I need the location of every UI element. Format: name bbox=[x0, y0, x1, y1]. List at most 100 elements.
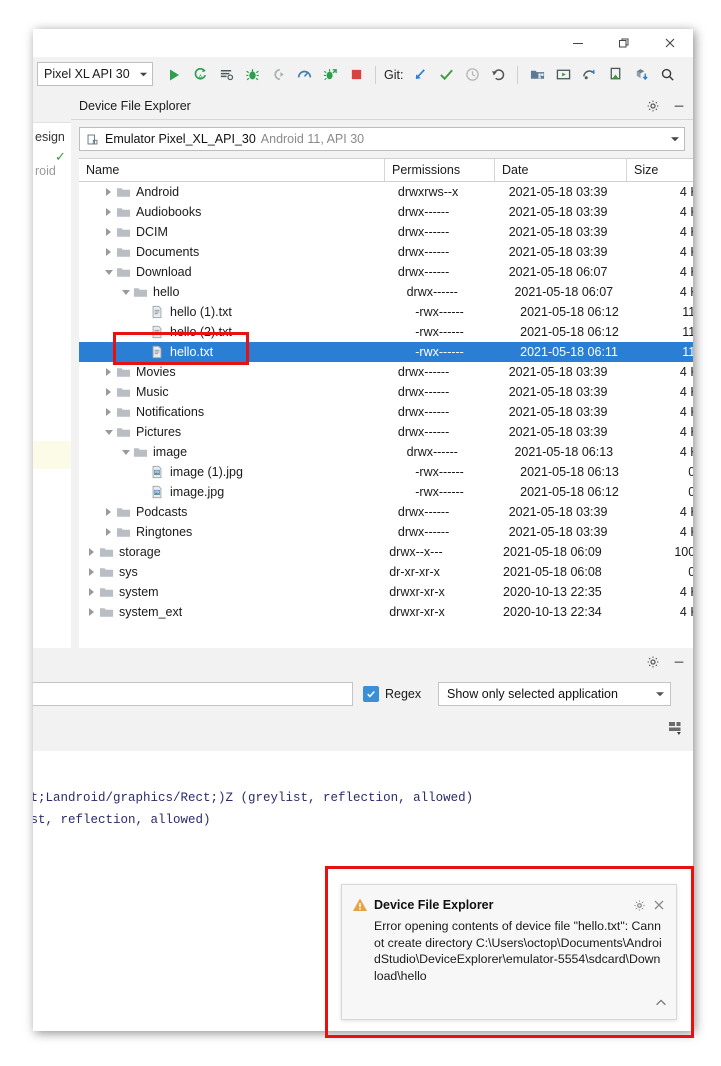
notification-header: Device File Explorer bbox=[342, 885, 676, 916]
logcat-search-input[interactable] bbox=[33, 682, 353, 706]
window-close-button[interactable] bbox=[647, 29, 693, 57]
design-tab-label[interactable]: esign bbox=[35, 130, 65, 144]
column-header-permissions[interactable]: Permissions bbox=[385, 159, 495, 181]
table-row[interactable]: Notifications drwx------ 2021-05-18 03:39 4… bbox=[79, 402, 693, 422]
file-name-label: Download bbox=[136, 265, 192, 279]
gear-icon[interactable] bbox=[630, 896, 648, 914]
soft-wrap-icon[interactable] bbox=[667, 719, 685, 742]
chevron-right-icon[interactable] bbox=[102, 366, 115, 379]
chevron-right-icon[interactable] bbox=[102, 246, 115, 259]
file-name-label: Documents bbox=[136, 245, 200, 259]
table-row[interactable]: image.jpg -rwx------ 2021-05-18 06:12 0 B bbox=[79, 482, 693, 502]
update-project-icon[interactable] bbox=[407, 57, 433, 92]
table-row[interactable]: image drwx------ 2021-05-18 06:13 4 KB bbox=[79, 442, 693, 462]
layout-inspector-icon[interactable] bbox=[602, 57, 628, 92]
table-row[interactable]: Pictures drwx------ 2021-05-18 03:39 4 KB bbox=[79, 422, 693, 442]
chevron-up-icon[interactable] bbox=[654, 996, 668, 1015]
run-coverage-icon[interactable]: A bbox=[187, 57, 213, 92]
chevron-down-icon[interactable] bbox=[102, 426, 115, 439]
run-device-selector[interactable]: Pixel XL API 30 bbox=[37, 62, 153, 86]
chevron-right-icon[interactable] bbox=[102, 386, 115, 399]
chevron-down-icon[interactable] bbox=[102, 266, 115, 279]
file-name-label: hello bbox=[153, 285, 180, 299]
apply-changes-icon[interactable] bbox=[317, 57, 343, 92]
android-logcat-label[interactable]: roid bbox=[35, 164, 56, 178]
sync-gradle-icon[interactable] bbox=[628, 57, 654, 92]
table-row[interactable]: storage drwx--x--- 2021-05-18 06:09 100 B bbox=[79, 542, 693, 562]
table-row[interactable]: Documents drwx------ 2021-05-18 03:39 4 KB bbox=[79, 242, 693, 262]
search-icon[interactable] bbox=[654, 57, 680, 92]
chevron-right-icon[interactable] bbox=[102, 206, 115, 219]
table-row[interactable]: hello (2).txt -rwx------ 2021-05-18 06:12 1… bbox=[79, 322, 693, 342]
table-row[interactable]: system drwxr-xr-x 2020-10-13 22:35 4 KB bbox=[79, 582, 693, 602]
chevron-right-icon[interactable] bbox=[102, 506, 115, 519]
run-icon[interactable] bbox=[161, 57, 187, 92]
folder-icon bbox=[98, 564, 114, 580]
close-icon[interactable] bbox=[650, 896, 668, 914]
chevron-right-icon[interactable] bbox=[85, 566, 98, 579]
cell-date: 2021-05-18 06:08 bbox=[503, 565, 602, 579]
gear-icon[interactable] bbox=[643, 648, 663, 675]
chevron-right-icon[interactable] bbox=[102, 526, 115, 539]
cell-date: 2021-05-18 03:39 bbox=[508, 225, 608, 239]
table-row[interactable]: hello drwx------ 2021-05-18 06:07 4 KB bbox=[79, 282, 693, 302]
table-row[interactable]: Download drwx------ 2021-05-18 06:07 4 KB bbox=[79, 262, 693, 282]
table-row[interactable]: Movies drwx------ 2021-05-18 03:39 4 KB bbox=[79, 362, 693, 382]
table-row[interactable]: Android drwxrws--x 2021-05-18 03:39 4 KB bbox=[79, 182, 693, 202]
cell-size: 11 B bbox=[682, 325, 693, 339]
editor-highlight-band bbox=[33, 441, 71, 469]
text-file-icon bbox=[152, 325, 162, 339]
cell-name: image (1).jpg bbox=[79, 464, 408, 480]
window-maximize-button[interactable] bbox=[601, 29, 647, 57]
column-header-name[interactable]: Name bbox=[79, 159, 385, 181]
cell-date: 2021-05-18 03:39 bbox=[508, 385, 608, 399]
app-inspection-icon[interactable] bbox=[213, 57, 239, 92]
chevron-right-icon[interactable] bbox=[85, 546, 98, 559]
rollback-icon[interactable] bbox=[485, 57, 511, 92]
table-row[interactable]: Music drwx------ 2021-05-18 03:39 4 KB bbox=[79, 382, 693, 402]
chevron-right-icon[interactable] bbox=[85, 606, 98, 619]
gear-icon[interactable] bbox=[643, 92, 663, 119]
table-row[interactable]: system_ext drwxr-xr-x 2020-10-13 22:34 4 KB bbox=[79, 602, 693, 622]
avd-manager-icon[interactable] bbox=[550, 57, 576, 92]
device-name: Emulator Pixel_XL_API_30 bbox=[105, 132, 256, 146]
device-selector-dropdown[interactable]: Emulator Pixel_XL_API_30 Android 11, API… bbox=[79, 127, 685, 151]
regex-checkbox[interactable] bbox=[363, 686, 379, 702]
table-row[interactable]: sys dr-xr-xr-x 2021-05-18 06:08 0 B bbox=[79, 562, 693, 582]
check-icon bbox=[367, 690, 375, 698]
table-row[interactable]: image (1).jpg -rwx------ 2021-05-18 06:13 0… bbox=[79, 462, 693, 482]
table-row[interactable]: DCIM drwx------ 2021-05-18 03:39 4 KB bbox=[79, 222, 693, 242]
device-manager-icon[interactable] bbox=[576, 57, 602, 92]
table-row[interactable]: Audiobooks drwx------ 2021-05-18 03:39 4 KB bbox=[79, 202, 693, 222]
history-icon[interactable] bbox=[459, 57, 485, 92]
table-row[interactable]: Podcasts drwx------ 2021-05-18 03:39 4 KB bbox=[79, 502, 693, 522]
chevron-right-icon[interactable] bbox=[85, 586, 98, 599]
chevron-right-icon[interactable] bbox=[102, 226, 115, 239]
chevron-down-icon[interactable] bbox=[119, 286, 132, 299]
regex-checkbox-group[interactable]: Regex bbox=[363, 686, 421, 702]
strip-segment-tabs bbox=[33, 92, 71, 123]
attach-debugger-icon[interactable] bbox=[265, 57, 291, 92]
cell-date: 2021-05-18 06:12 bbox=[520, 325, 619, 339]
chevron-right-icon[interactable] bbox=[102, 406, 115, 419]
profiler-icon[interactable] bbox=[291, 57, 317, 92]
panel-minimize-icon[interactable] bbox=[669, 92, 689, 119]
debug-icon[interactable] bbox=[239, 57, 265, 92]
window-minimize-button[interactable] bbox=[555, 29, 601, 57]
column-header-date[interactable]: Date bbox=[495, 159, 627, 181]
application-filter-dropdown[interactable]: Show only selected application bbox=[438, 682, 671, 706]
table-row[interactable]: hello.txt -rwx------ 2021-05-18 06:11 11 B bbox=[79, 342, 693, 362]
window-titlebar bbox=[33, 29, 693, 58]
sdk-manager-icon[interactable] bbox=[524, 57, 550, 92]
chevron-right-icon[interactable] bbox=[102, 186, 115, 199]
commit-icon[interactable] bbox=[433, 57, 459, 92]
device-meta: Android 11, API 30 bbox=[260, 132, 365, 146]
chevron-down-icon[interactable] bbox=[119, 446, 132, 459]
cell-permissions: drwx------ bbox=[406, 285, 458, 299]
stop-icon[interactable] bbox=[343, 57, 369, 92]
cell-size: 0 B bbox=[688, 465, 693, 479]
table-row[interactable]: hello (1).txt -rwx------ 2021-05-18 06:12 1… bbox=[79, 302, 693, 322]
table-row[interactable]: Ringtones drwx------ 2021-05-18 03:39 4 KB bbox=[79, 522, 693, 542]
logcat-minimize-icon[interactable] bbox=[669, 648, 689, 675]
column-header-size[interactable]: Size bbox=[627, 159, 693, 181]
